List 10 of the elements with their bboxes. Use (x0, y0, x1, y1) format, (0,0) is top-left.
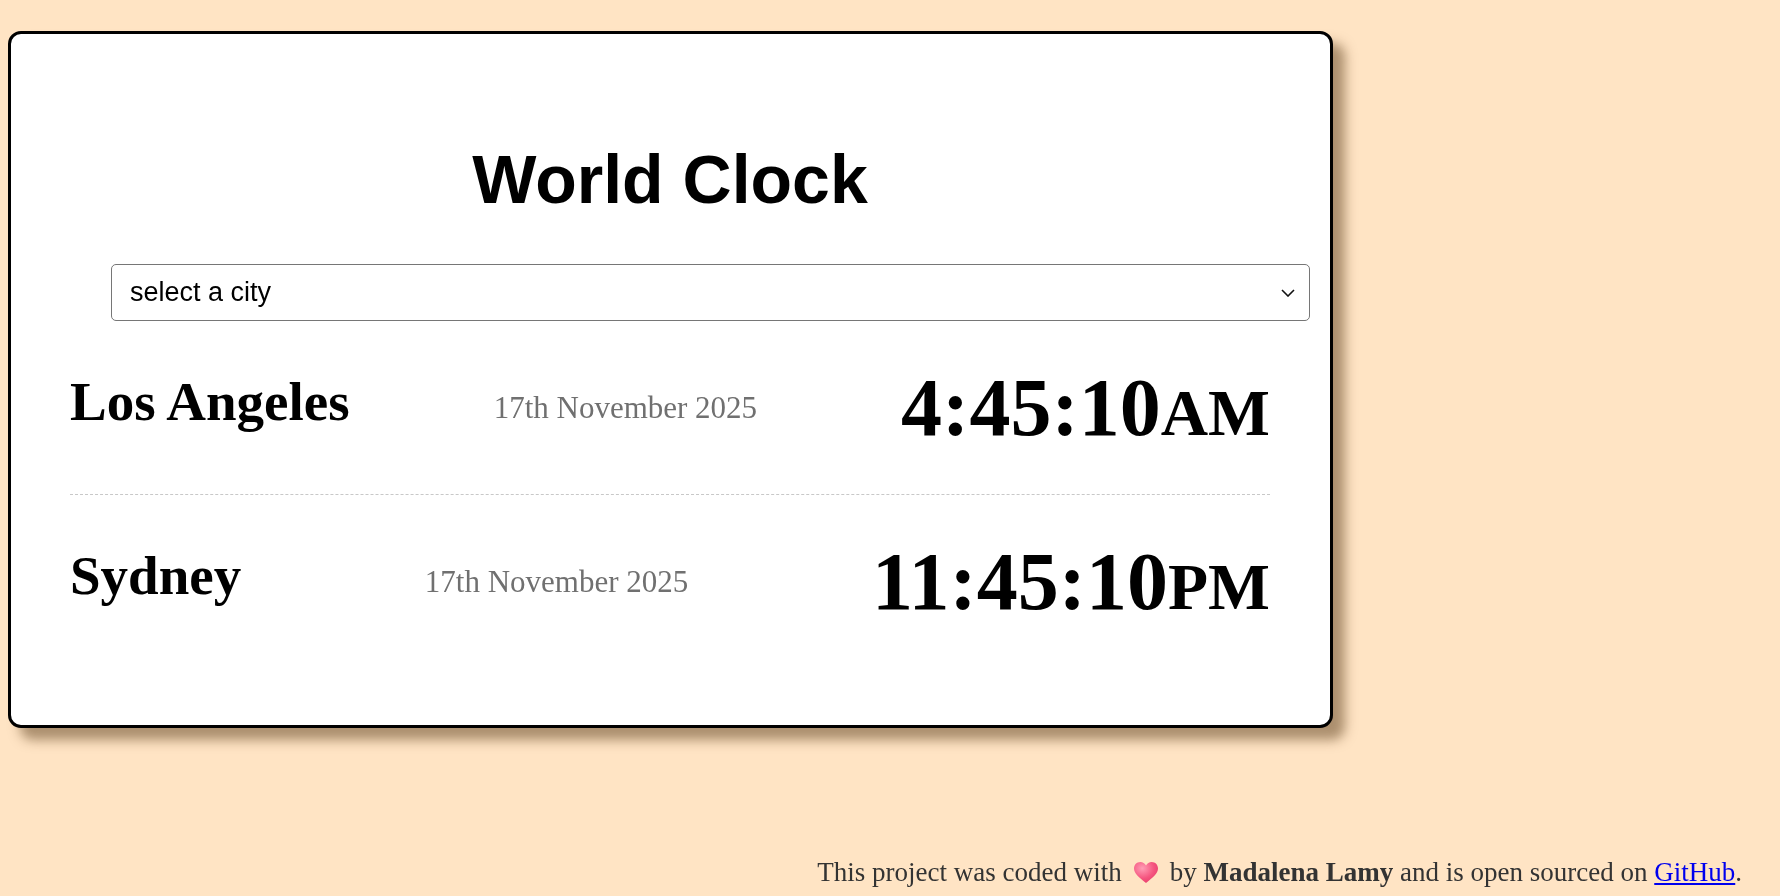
footer-credit: This project was coded with by Madalena Lamy and is open sourced on GitHub. (816, 857, 1742, 888)
date-text: 17th November 2025 (493, 392, 758, 423)
city-dropdown[interactable]: select a city (111, 264, 1310, 321)
github-link[interactable]: GitHub (1654, 857, 1736, 887)
clock-time: 4:45:10AM (901, 366, 1270, 449)
chevron-down-icon (1281, 288, 1295, 297)
heart-icon (1133, 862, 1158, 884)
app-title: World Clock (471, 140, 869, 218)
clock-time: 11:45:10PM (871, 540, 1270, 623)
date-text: 17th November 2025 (424, 566, 689, 597)
